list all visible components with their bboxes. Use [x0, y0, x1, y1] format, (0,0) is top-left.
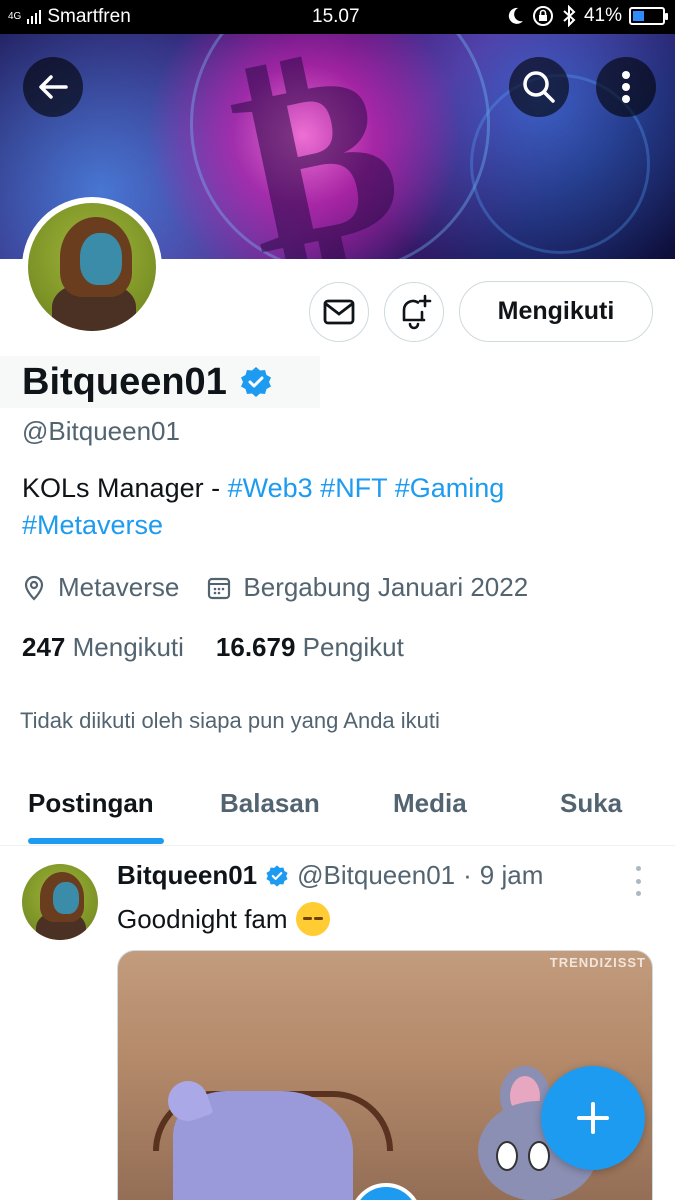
battery-icon: [629, 7, 668, 25]
following-count: 247: [22, 632, 66, 662]
verified-badge-icon[interactable]: [239, 365, 273, 399]
post-more-options-icon[interactable]: [628, 866, 648, 896]
media-watermark: TRENDIZISST: [549, 955, 646, 970]
carrier-name: Smartfren: [47, 6, 131, 27]
back-button[interactable]: [23, 57, 83, 117]
joined-text: Bergabung Januari 2022: [243, 572, 529, 602]
followers-count-link[interactable]: 16.679 Pengikut: [216, 632, 404, 663]
tab-likes[interactable]: Suka: [560, 788, 622, 819]
hashtag-link[interactable]: #Gaming: [395, 473, 505, 503]
envelope-icon: [323, 299, 355, 325]
followers-count: 16.679: [215, 632, 296, 662]
location-item: Metaverse: [22, 572, 179, 603]
post-time[interactable]: 9 jam: [480, 860, 544, 891]
profile-avatar[interactable]: [22, 197, 162, 337]
post-header: Bitqueen01 @Bitqueen01 · 9 jam: [117, 860, 543, 891]
profile-tabs: Postingan Balasan Media Suka: [0, 770, 675, 846]
bluetooth-icon: [563, 5, 576, 27]
arrow-left-icon: [39, 75, 68, 99]
joined-item: Bergabung Januari 2022: [207, 572, 528, 603]
media-play-button[interactable]: [350, 1183, 422, 1200]
tab-posts[interactable]: Postingan: [28, 788, 154, 819]
bio-text: KOLs Manager -: [22, 473, 228, 503]
lock-rotation-icon: [532, 6, 553, 26]
profile-screen: 4G Smartfren 15.07 41% ₿ Mengikuti Bitqu…: [0, 0, 675, 1200]
hashtag-link[interactable]: #NFT: [320, 473, 387, 503]
media-mouse-eye: [496, 1141, 518, 1171]
post-text-row: Goodnight fam: [117, 902, 330, 936]
status-icons: 41%: [505, 5, 668, 27]
battery-percent: 41%: [583, 5, 622, 26]
clock: 15.07: [312, 6, 360, 27]
profile-meta: Metaverse Bergabung Januari 2022: [22, 572, 556, 603]
hashtag-link[interactable]: #Metaverse: [22, 510, 163, 540]
compose-fab[interactable]: [541, 1066, 645, 1170]
signal-icon: [27, 10, 42, 24]
post-avatar[interactable]: [22, 864, 98, 940]
active-tab-indicator: [28, 838, 164, 844]
search-icon: [523, 71, 555, 103]
profile-handle: @Bitqueen01: [22, 416, 180, 446]
more-vertical-icon: [622, 71, 630, 103]
followers-label: Pengikut: [302, 632, 404, 662]
sleeping-face-emoji: [295, 902, 330, 936]
plus-icon: [577, 1102, 609, 1134]
tab-replies[interactable]: Balasan: [220, 788, 320, 819]
avatar-face: [53, 882, 79, 914]
carrier-group: 4G Smartfren: [8, 6, 131, 28]
moon-icon: [508, 7, 523, 24]
avatar-face: [80, 233, 122, 285]
avatar-image: [28, 203, 156, 331]
status-bar: 4G Smartfren 15.07 41%: [0, 0, 675, 34]
media-mouse-eye: [528, 1141, 550, 1171]
calendar-icon: [208, 577, 231, 599]
tab-media[interactable]: Media: [393, 788, 467, 819]
profile-display-name: Bitqueen01: [22, 360, 227, 403]
following-label: Mengikuti: [72, 632, 184, 662]
profile-bio: KOLs Manager - #Web3 #NFT #Gaming #Metave…: [22, 470, 642, 544]
post-separator: ·: [463, 860, 472, 890]
verified-badge-icon: [266, 864, 288, 887]
hashtag-link[interactable]: #Web3: [228, 473, 313, 503]
battery-fill: [633, 11, 645, 21]
post-author-name[interactable]: Bitqueen01: [117, 860, 257, 891]
bell-plus-icon: [402, 294, 432, 330]
message-button[interactable]: [309, 282, 369, 342]
notify-button[interactable]: [384, 282, 444, 342]
location-text: Metaverse: [58, 572, 180, 602]
location-pin-icon: [24, 575, 44, 601]
post-author-handle: @Bitqueen01: [297, 860, 456, 890]
more-options-button[interactable]: [596, 57, 656, 117]
network-type: 4G: [8, 11, 22, 22]
following-count-link[interactable]: 247 Mengikuti: [22, 632, 184, 663]
search-button[interactable]: [509, 57, 569, 117]
follow-counts: 247 Mengikuti 16.679 Pengikut: [22, 632, 404, 663]
profile-name-row: Bitqueen01: [0, 356, 320, 408]
post-text: Goodnight fam: [117, 903, 288, 934]
following-button[interactable]: Mengikuti: [459, 281, 653, 342]
not-followed-notice: Tidak diikuti oleh siapa pun yang Anda i…: [20, 708, 440, 733]
